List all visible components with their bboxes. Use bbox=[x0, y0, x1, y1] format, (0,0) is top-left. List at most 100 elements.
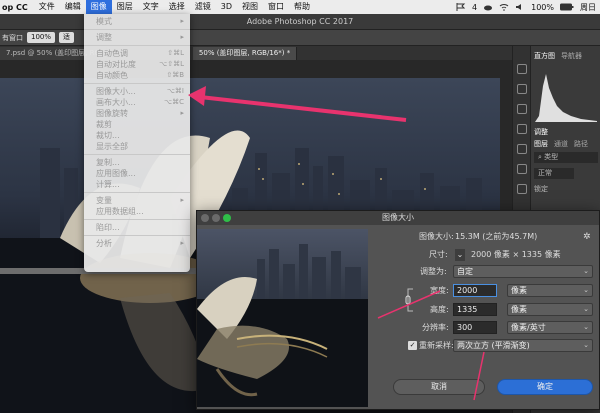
image-menu-item[interactable]: 画布大小... ⌥⌘C bbox=[84, 97, 190, 108]
histogram-graph bbox=[535, 74, 597, 122]
zoom-icon[interactable] bbox=[223, 214, 231, 222]
image-menu-item[interactable]: 图像大小... ⌥⌘I bbox=[84, 86, 190, 97]
fit-to-value: 自定 bbox=[457, 267, 473, 276]
menu-item-label: 裁剪 bbox=[96, 120, 112, 129]
wifi-icon[interactable] bbox=[499, 3, 509, 11]
width-unit-select[interactable]: 像素 ⌄ bbox=[507, 284, 593, 297]
tab-layers[interactable]: 图层 bbox=[534, 138, 548, 150]
resample-value: 两次立方 (平滑渐变) bbox=[457, 341, 530, 350]
image-menu-item[interactable]: 自动颜色 ⇧⌘B bbox=[84, 70, 190, 81]
clock[interactable]: 周日 bbox=[580, 2, 596, 13]
layers-tabs: 图层 通道 路径 bbox=[531, 138, 588, 150]
menu-item-label: 计算... bbox=[96, 180, 120, 189]
menu-item-shortcut: ▸ bbox=[180, 17, 184, 25]
link-constrain-icon[interactable] bbox=[405, 287, 415, 313]
minimize-icon[interactable] bbox=[212, 214, 220, 222]
layer-kind-filter[interactable]: ⌕ 类型 bbox=[534, 152, 598, 163]
menu-item-label: 自动对比度 bbox=[96, 60, 136, 69]
menu-file[interactable]: 文件 bbox=[34, 0, 60, 14]
image-menu-dropdown: 模式 ▸ 调整 ▸ 自动色调 ⇧⌘L 自动对比度 ⌥⇧⌘L 自动颜色 ⇧⌘B 图像大小... ⌥⌘I 画… bbox=[84, 14, 190, 272]
tab-navigator[interactable]: 导航器 bbox=[561, 50, 582, 62]
image-size-dialog: 图像大小 图像大小: 15.3M (之前为45.7M) ✲ 尺寸: ⌄ 2000… bbox=[196, 210, 600, 410]
menu-type[interactable]: 文字 bbox=[138, 0, 164, 14]
menu-separator bbox=[84, 45, 190, 46]
fit-screen-button[interactable]: 适 bbox=[59, 32, 75, 43]
chevron-down-icon: ⌄ bbox=[583, 341, 589, 349]
menu-select[interactable]: 选择 bbox=[164, 0, 190, 14]
image-menu-item[interactable]: 裁切... bbox=[84, 130, 190, 141]
ok-button[interactable]: 确定 bbox=[497, 379, 593, 395]
menu-image[interactable]: 图像 bbox=[85, 0, 112, 14]
image-menu-item[interactable]: 应用图像... bbox=[84, 168, 190, 179]
blend-mode-select[interactable]: 正常 bbox=[534, 168, 574, 179]
volume-icon[interactable] bbox=[515, 3, 525, 11]
play-icon[interactable] bbox=[516, 84, 527, 94]
image-menu-item[interactable]: 显示全部 bbox=[84, 141, 190, 152]
resample-select[interactable]: 两次立方 (平滑渐变) ⌄ bbox=[453, 339, 593, 352]
menu-item-label: 裁切... bbox=[96, 131, 120, 140]
battery-icon[interactable] bbox=[560, 3, 574, 11]
menu-separator bbox=[84, 235, 190, 236]
resample-checkbox[interactable]: ✓ bbox=[408, 341, 417, 350]
image-menu-item[interactable]: 图像旋转 ▸ bbox=[84, 108, 190, 119]
dimensions-unit-chevron-icon[interactable]: ⌄ bbox=[455, 249, 465, 261]
cloud-icon[interactable] bbox=[483, 3, 493, 11]
image-preview[interactable] bbox=[197, 229, 368, 407]
resolution-input[interactable]: 300 bbox=[453, 321, 497, 334]
menu-edit[interactable]: 编辑 bbox=[60, 0, 86, 14]
height-input[interactable]: 1335 bbox=[453, 303, 497, 316]
menu-filter[interactable]: 滤镜 bbox=[190, 0, 216, 14]
badge-count: 4 bbox=[472, 2, 478, 12]
cancel-button[interactable]: 取消 bbox=[393, 379, 485, 395]
image-menu-item[interactable]: 调整 ▸ bbox=[84, 32, 190, 43]
tab-adjustments[interactable]: 调整 bbox=[534, 126, 548, 138]
preview-image bbox=[197, 244, 368, 407]
history-icon[interactable] bbox=[516, 64, 527, 74]
menu-separator bbox=[84, 154, 190, 155]
resolution-unit-select[interactable]: 像素/英寸 ⌄ bbox=[507, 321, 593, 334]
width-input[interactable]: 2000 bbox=[453, 284, 497, 297]
dialog-titlebar: 图像大小 bbox=[197, 211, 599, 225]
doc-tab-2[interactable]: 50% (盖印图层, RGB/16*) * bbox=[192, 47, 298, 60]
menu-separator bbox=[84, 219, 190, 220]
character-icon[interactable] bbox=[516, 184, 527, 194]
flag-icon[interactable] bbox=[456, 3, 466, 11]
menu-view[interactable]: 视图 bbox=[237, 0, 263, 14]
image-menu-item[interactable]: 变量 ▸ bbox=[84, 195, 190, 206]
image-menu-item[interactable]: 分析 ▸ bbox=[84, 238, 190, 249]
width-label: 宽度: bbox=[430, 286, 449, 295]
tab-paths[interactable]: 路径 bbox=[574, 138, 588, 150]
menu-3d[interactable]: 3D bbox=[216, 0, 237, 14]
image-menu-item[interactable]: 计算... bbox=[84, 179, 190, 190]
image-menu-item[interactable]: 自动对比度 ⌥⇧⌘L bbox=[84, 59, 190, 70]
menu-layer[interactable]: 图层 bbox=[112, 0, 138, 14]
image-menu-item[interactable]: 复制... bbox=[84, 157, 190, 168]
app-name[interactable]: op CC bbox=[0, 3, 34, 12]
image-menu-item[interactable]: 陷印... bbox=[84, 222, 190, 233]
clone-icon[interactable] bbox=[516, 124, 527, 134]
zoom-100-button[interactable]: 100% bbox=[27, 32, 56, 43]
image-menu-item[interactable]: 裁剪 bbox=[84, 119, 190, 130]
height-unit-select[interactable]: 像素 ⌄ bbox=[507, 303, 593, 316]
brush-icon[interactable] bbox=[516, 104, 527, 114]
gear-icon[interactable]: ✲ bbox=[583, 231, 591, 243]
histogram-tabs: 直方图 导航器 bbox=[531, 50, 582, 62]
paragraph-icon[interactable] bbox=[516, 164, 527, 174]
menu-item-shortcut: ▸ bbox=[180, 239, 184, 247]
width-unit-value: 像素 bbox=[511, 286, 527, 295]
menu-separator bbox=[84, 83, 190, 84]
image-menu-item[interactable]: 自动色调 ⇧⌘L bbox=[84, 48, 190, 59]
info-icon[interactable] bbox=[516, 144, 527, 154]
menu-item-shortcut: ⇧⌘B bbox=[166, 71, 184, 79]
options-label-windows[interactable]: 有窗口 bbox=[2, 33, 23, 43]
image-menu-item[interactable]: 模式 ▸ bbox=[84, 16, 190, 27]
fit-to-select[interactable]: 自定 ⌄ bbox=[453, 265, 593, 278]
tab-channels[interactable]: 通道 bbox=[554, 138, 568, 150]
image-menu-item[interactable]: 应用数据组... bbox=[84, 206, 190, 217]
menu-window[interactable]: 窗口 bbox=[263, 0, 289, 14]
close-icon[interactable] bbox=[201, 214, 209, 222]
menu-item-shortcut: ⇧⌘L bbox=[167, 49, 184, 57]
dimensions-value: 2000 像素 × 1335 像素 bbox=[471, 250, 561, 259]
tab-histogram[interactable]: 直方图 bbox=[534, 50, 555, 62]
menu-help[interactable]: 帮助 bbox=[289, 0, 315, 14]
